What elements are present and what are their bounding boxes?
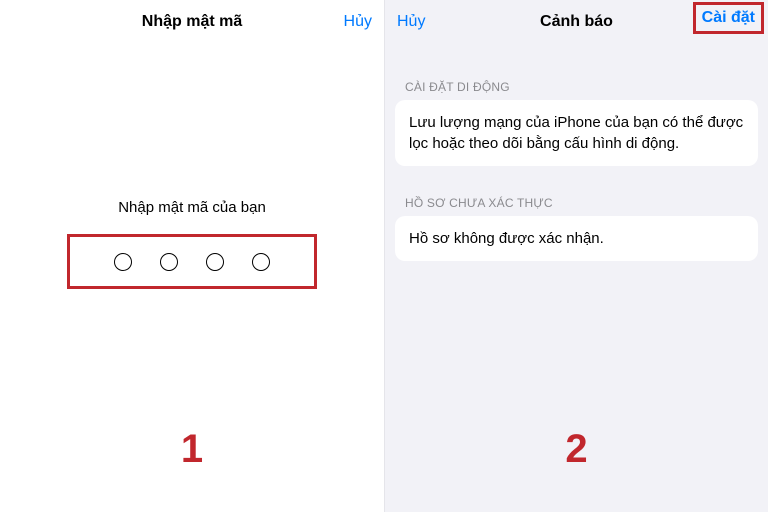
passcode-dot-1[interactable] xyxy=(114,253,132,271)
navbar-right-screen: Hủy Cảnh báo Cài đặt xyxy=(385,0,768,44)
mobile-config-warning-card: Lưu lượng mạng của iPhone của bạn có thể… xyxy=(395,100,758,166)
unverified-profile-card: Hồ sơ không được xác nhận. xyxy=(395,216,758,261)
passcode-entry-area: Nhập mật mã của bạn xyxy=(0,199,384,289)
cancel-button[interactable]: Hủy xyxy=(302,13,372,31)
cancel-button-2[interactable]: Hủy xyxy=(397,13,467,31)
passcode-screen: Hủy Nhập mật mã Hủy Nhập mật mã của bạn … xyxy=(0,0,384,512)
passcode-prompt-label: Nhập mật mã của bạn xyxy=(0,199,384,216)
settings-button-highlight: Cài đặt xyxy=(693,2,764,34)
warning-content: CÀI ĐẶT DI ĐỘNG Lưu lượng mạng của iPhon… xyxy=(385,44,768,285)
passcode-dots-highlight xyxy=(67,234,317,289)
passcode-dot-2[interactable] xyxy=(160,253,178,271)
navbar-left-screen: Hủy Nhập mật mã Hủy xyxy=(0,0,384,44)
nav-title-warning: Cảnh báo xyxy=(467,13,686,31)
passcode-dot-3[interactable] xyxy=(206,253,224,271)
settings-button[interactable]: Cài đặt xyxy=(702,9,755,26)
passcode-dot-4[interactable] xyxy=(252,253,270,271)
nav-title-passcode: Nhập mật mã xyxy=(82,13,302,31)
step-number-2: 2 xyxy=(565,427,587,472)
section-header-mobile: CÀI ĐẶT DI ĐỘNG xyxy=(385,74,768,100)
step-number-1: 1 xyxy=(181,427,203,472)
section-header-profile: HỒ SƠ CHƯA XÁC THỰC xyxy=(385,190,768,216)
warning-screen: Hủy Cảnh báo Cài đặt CÀI ĐẶT DI ĐỘNG Lưu… xyxy=(384,0,768,512)
